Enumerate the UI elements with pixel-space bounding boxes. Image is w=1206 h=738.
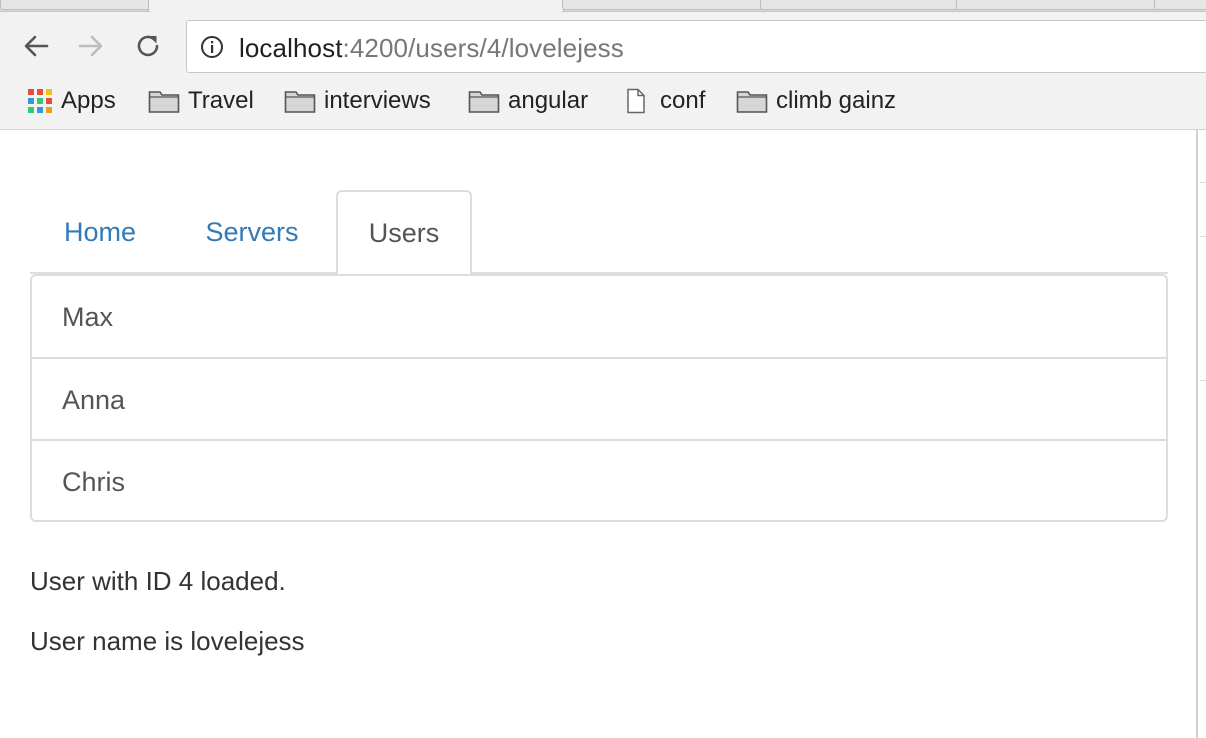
user-name: Max [62, 301, 114, 332]
browser-tab-strip [0, 0, 1206, 13]
tab-users[interactable]: Users [336, 190, 472, 276]
browser-tab[interactable] [956, 0, 1156, 10]
browser-tab-active[interactable] [148, 0, 564, 13]
folder-icon [736, 88, 768, 114]
folder-icon [148, 88, 180, 114]
bookmark-label: Travel [188, 87, 254, 114]
bookmark-travel[interactable]: Travel [148, 82, 254, 120]
tab-servers[interactable]: Servers [172, 190, 332, 274]
reload-button[interactable] [129, 27, 167, 65]
tab-home[interactable]: Home [30, 190, 170, 274]
browser-tab[interactable] [0, 0, 150, 10]
user-list-item-anna[interactable]: Anna [32, 359, 1166, 441]
folder-icon [468, 88, 500, 114]
user-name: Anna [62, 384, 126, 415]
url-host: localhost [239, 33, 343, 63]
browser-tab[interactable] [562, 0, 762, 10]
browser-tab[interactable] [1154, 0, 1206, 10]
bookmark-label: interviews [324, 87, 431, 114]
forward-arrow-icon [78, 35, 103, 57]
bookmark-angular[interactable]: angular [468, 82, 588, 120]
document-icon [626, 88, 646, 114]
folder-icon [284, 88, 316, 114]
tab-label: Home [63, 216, 137, 247]
info-icon[interactable] [200, 35, 224, 59]
back-button[interactable] [17, 27, 55, 65]
url-text[interactable]: localhost:4200/users/4/lovelejess [239, 33, 624, 63]
window-edge [1196, 130, 1206, 738]
bookmark-climb-gainz[interactable]: climb gainz [736, 82, 896, 120]
address-bar[interactable]: localhost:4200/users/4/lovelejess [186, 20, 1206, 73]
user-list-item-chris[interactable]: Chris [32, 441, 1166, 520]
user-name-text: User name is lovelejess [30, 626, 305, 656]
bookmark-apps[interactable]: Apps [27, 82, 116, 120]
bookmark-label: climb gainz [776, 87, 897, 114]
bookmark-label: Apps [61, 87, 116, 114]
forward-button[interactable] [72, 27, 110, 65]
edge-divider [1200, 236, 1206, 237]
bookmark-conf[interactable]: conf [626, 82, 705, 120]
back-arrow-icon [24, 35, 49, 57]
edge-divider [1200, 380, 1206, 381]
tab-label: Servers [205, 216, 299, 247]
browser-tab[interactable] [760, 0, 958, 10]
reload-icon [137, 35, 159, 57]
user-loaded-text: User with ID 4 loaded. [30, 566, 286, 596]
bookmark-label: angular [508, 87, 589, 114]
main-nav-tabs: Home Servers Users [30, 190, 1168, 276]
browser-chrome: localhost:4200/users/4/lovelejess Apps T… [0, 0, 1206, 130]
url-path: :4200/users/4/lovelejess [342, 33, 624, 63]
bookmark-label: conf [660, 87, 706, 114]
bookmarks-bar: Apps Travel interviews angular conf clim… [0, 82, 1206, 120]
users-list: Max Anna Chris [30, 274, 1168, 522]
bookmark-interviews[interactable]: interviews [284, 82, 431, 120]
edge-divider [1200, 182, 1206, 183]
user-list-item-max[interactable]: Max [32, 276, 1166, 358]
tab-label: Users [368, 217, 440, 248]
apps-grid-icon [27, 88, 53, 114]
user-name: Chris [62, 466, 126, 497]
